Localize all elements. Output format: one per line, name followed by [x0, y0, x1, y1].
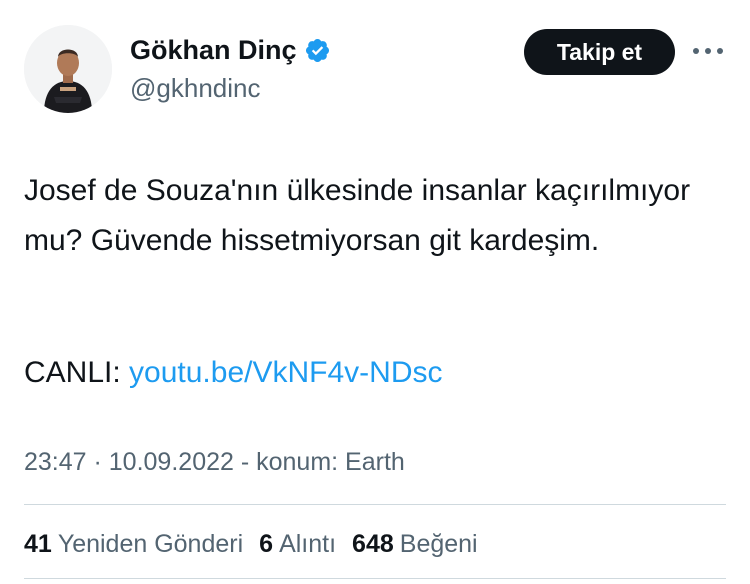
- avatar-photo: [24, 25, 112, 113]
- divider: [24, 578, 726, 579]
- engagement-stats: 41 Yeniden Gönderi 6 Alıntı 648 Beğeni: [24, 528, 494, 560]
- retweets-label: Yeniden Gönderi: [57, 530, 244, 558]
- retweets-count: 41: [24, 530, 52, 558]
- tweet-live-line: CANLI: youtu.be/VkNF4v-NDsc: [24, 348, 442, 398]
- author-display-name[interactable]: Gökhan Dinç: [130, 33, 297, 67]
- tweet-link[interactable]: youtu.be/VkNF4v-NDsc: [129, 356, 442, 389]
- more-horizontal-icon[interactable]: [693, 40, 723, 62]
- divider: [24, 504, 726, 505]
- tweet-timestamp[interactable]: 23:47 · 10.09.2022 - konum: Earth: [24, 446, 405, 478]
- likes-stat[interactable]: 648 Beğeni: [352, 528, 478, 560]
- quotes-stat[interactable]: 6 Alıntı: [259, 528, 336, 560]
- more-dot: [705, 48, 711, 54]
- tweet-text: Josef de Souza'nın ülkesinde insanlar ka…: [24, 174, 691, 257]
- likes-count: 648: [352, 530, 394, 558]
- verified-badge-icon: [305, 38, 329, 62]
- more-dot: [717, 48, 723, 54]
- retweets-stat[interactable]: 41 Yeniden Gönderi: [24, 528, 243, 560]
- quotes-count: 6: [259, 530, 274, 558]
- quotes-label: Alıntı: [279, 530, 337, 558]
- likes-label: Beğeni: [399, 530, 478, 558]
- author-handle[interactable]: @gkhndinc: [130, 72, 260, 104]
- tweet-card: Gökhan Dinç @gkhndinc Takip et Josef de …: [0, 0, 750, 584]
- live-prefix: CANLI:: [24, 356, 121, 389]
- follow-button[interactable]: Takip et: [524, 29, 675, 75]
- more-dot: [693, 48, 699, 54]
- avatar[interactable]: [24, 25, 112, 113]
- author-name-row: Gökhan Dinç: [130, 33, 331, 67]
